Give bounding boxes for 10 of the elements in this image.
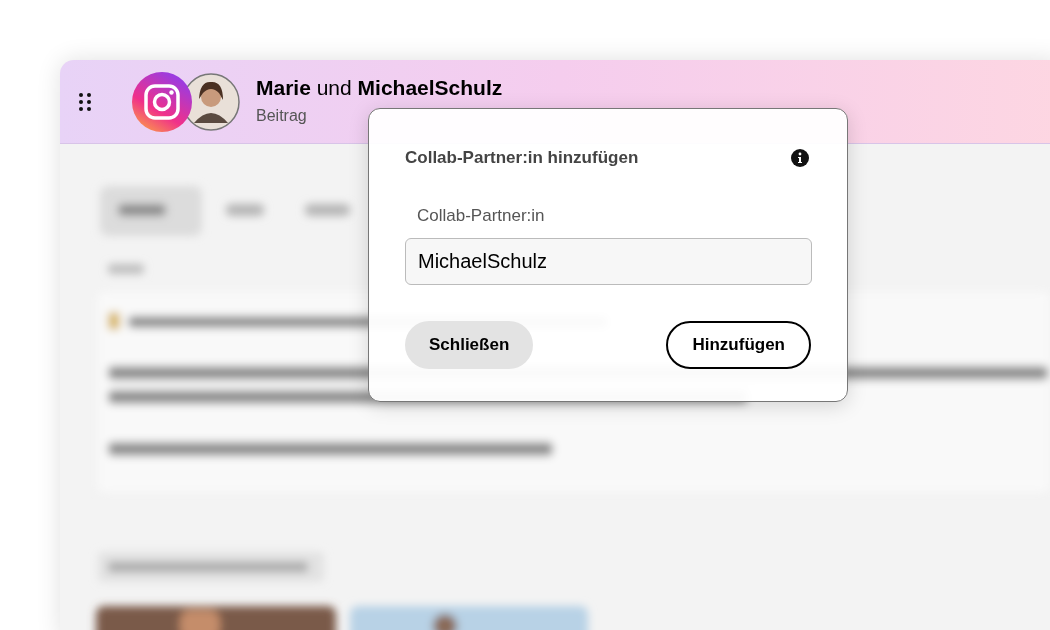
add-button[interactable]: Hinzufügen (666, 321, 811, 369)
camera-logo-icon (132, 71, 192, 132)
close-button[interactable]: Schließen (405, 321, 534, 369)
collab-partner-field[interactable]: MichaelSchulz (405, 238, 812, 285)
dialog-title: Collab-Partner:in hinzufügen (405, 147, 639, 169)
field-label: Collab-Partner:in (417, 204, 545, 227)
info-icon[interactable] (791, 148, 809, 167)
post-title: Marie und MichaelSchulz (256, 75, 503, 102)
post-type: Beitrag (256, 105, 308, 126)
drag-handle-icon[interactable] (79, 92, 91, 111)
